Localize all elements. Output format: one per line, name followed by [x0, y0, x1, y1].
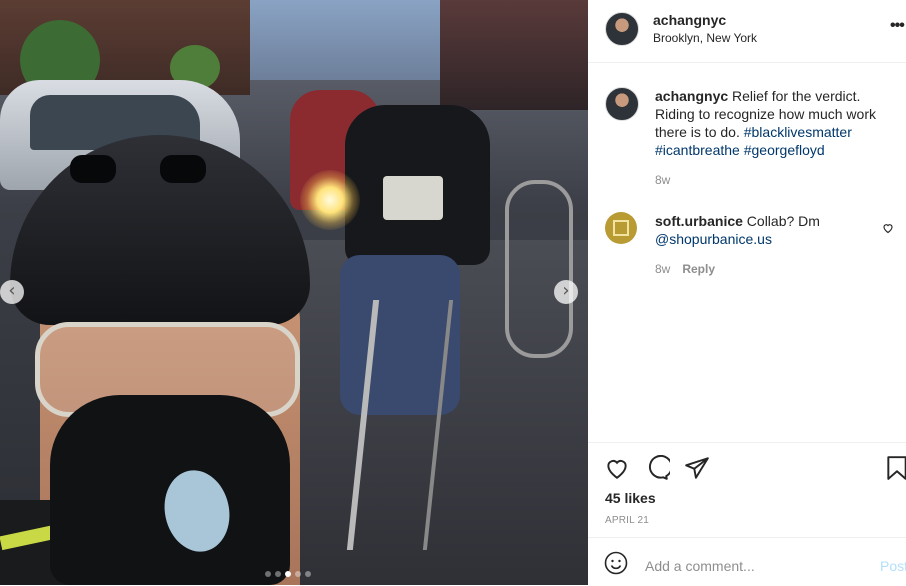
avatar[interactable] — [605, 87, 639, 121]
caption-text: achangnyc Relief for the verdict. Riding… — [655, 87, 890, 159]
action-bar: 45 likes APRIL 21 — [588, 442, 906, 538]
chevron-left-icon[interactable]: ‹ — [0, 280, 24, 304]
brand-logo-icon — [613, 220, 629, 236]
sky — [230, 0, 450, 80]
post-photo[interactable]: ‹ › — [0, 0, 588, 585]
author-username[interactable]: achangnyc — [653, 12, 726, 28]
like-comment-icon[interactable] — [882, 222, 894, 234]
post-header: achangnyc Brooklyn, New York ••• — [588, 0, 906, 63]
comment-body: Collab? Dm — [746, 213, 820, 229]
emoji-icon[interactable] — [604, 551, 628, 575]
carousel-dot — [285, 571, 291, 577]
comment-age[interactable]: 8w — [655, 262, 670, 276]
shirt-print — [383, 176, 443, 220]
headlight-flare — [300, 170, 360, 230]
comment-meta: 8w Reply — [655, 262, 715, 276]
comment-username[interactable]: soft.urbanice — [655, 213, 743, 229]
post-location[interactable]: Brooklyn, New York — [653, 31, 757, 45]
more-icon[interactable]: ••• — [890, 17, 905, 35]
carousel-dot — [265, 571, 271, 577]
post-panel: achangnyc Brooklyn, New York ••• achangn… — [588, 0, 906, 585]
share-icon[interactable] — [684, 455, 710, 481]
helmet-vent — [160, 155, 206, 183]
post-button[interactable]: Post — [880, 558, 906, 574]
mention-link[interactable]: @shopurbanice.us — [655, 231, 772, 247]
carousel-dot — [275, 571, 281, 577]
hashtag-link[interactable]: #icantbreathe — [655, 142, 740, 158]
like-count[interactable]: 45 likes — [605, 490, 656, 506]
bicycle-right — [505, 180, 573, 358]
avatar[interactable] — [605, 12, 639, 46]
heart-icon[interactable] — [604, 455, 630, 481]
hashtag-link[interactable]: #blacklivesmatter — [744, 124, 852, 140]
bookmark-icon[interactable] — [884, 455, 906, 481]
carousel-dot — [305, 571, 311, 577]
building-right — [440, 0, 588, 110]
helmet-vent — [70, 155, 116, 183]
comment-text: soft.urbanice Collab? Dm @shopurbanice.u… — [655, 212, 890, 248]
carousel-dot — [295, 571, 301, 577]
reply-button[interactable]: Reply — [682, 262, 715, 276]
hashtag-link[interactable]: #georgefloyd — [744, 142, 825, 158]
caption-username[interactable]: achangnyc — [655, 88, 728, 104]
chevron-right-icon[interactable]: › — [554, 280, 578, 304]
carousel-dots — [265, 571, 311, 577]
comment-composer: Add a comment... Post — [588, 537, 906, 586]
avatar[interactable] — [605, 212, 637, 244]
caption-age[interactable]: 8w — [655, 173, 670, 187]
comment-input[interactable]: Add a comment... — [645, 558, 755, 574]
comment-icon[interactable] — [644, 455, 670, 481]
post-date[interactable]: APRIL 21 — [605, 515, 649, 526]
